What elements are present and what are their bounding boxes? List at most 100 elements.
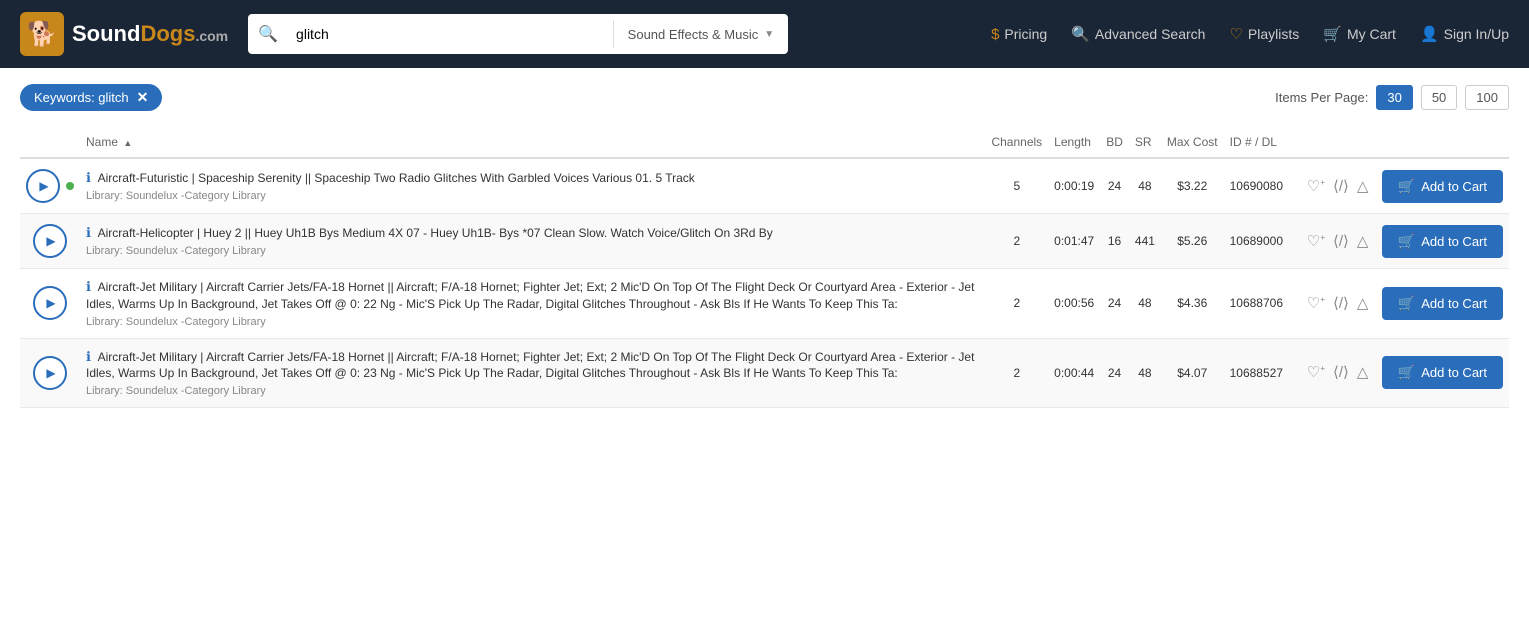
table-row: ▶ ℹ Aircraft-Futuristic | Spaceship Sere…	[20, 158, 1509, 214]
col-header-sr: SR	[1129, 127, 1161, 158]
share-icon[interactable]: ⟨/⟩	[1333, 232, 1349, 250]
per-page-30-button[interactable]: 30	[1376, 85, 1412, 110]
play-button[interactable]: ▶	[26, 169, 60, 203]
track-id: 10688527	[1224, 338, 1289, 408]
add-to-cart-button[interactable]: 🛒 Add to Cart	[1382, 170, 1503, 203]
actions-cell: ♡+ ⟨/⟩ △ 🛒 Add to Cart	[1289, 338, 1509, 408]
alert-icon[interactable]: △	[1357, 177, 1369, 195]
cart-icon: 🛒	[1398, 233, 1415, 250]
play-triangle-icon: ▶	[39, 179, 48, 193]
nav-advanced-search[interactable]: 🔍 Advanced Search	[1071, 25, 1205, 43]
add-to-cart-button[interactable]: 🛒 Add to Cart	[1382, 356, 1503, 389]
col-header-name[interactable]: Name ▲	[80, 127, 985, 158]
col-header-bd: BD	[1100, 127, 1129, 158]
items-per-page-label: Items Per Page:	[1275, 90, 1368, 105]
logo-area: 🐕 SoundDogs.com	[20, 12, 228, 56]
search-input[interactable]	[288, 14, 613, 54]
nav-sign-in-label: Sign In/Up	[1444, 26, 1509, 42]
chevron-down-icon: ▼	[764, 29, 774, 40]
info-icon[interactable]: ℹ	[86, 225, 91, 240]
info-icon[interactable]: ℹ	[86, 279, 91, 294]
play-triangle-icon: ▶	[46, 366, 55, 380]
keyword-tag[interactable]: Keywords: glitch ✕	[20, 84, 162, 111]
track-sr: 48	[1129, 338, 1161, 408]
track-id: 10689000	[1224, 214, 1289, 269]
action-icons-group: ♡+ ⟨/⟩ △	[1307, 177, 1369, 195]
info-icon[interactable]: ℹ	[86, 170, 91, 185]
track-title: Aircraft-Helicopter | Huey 2 || Huey Uh1…	[98, 226, 773, 240]
add-to-cart-label: Add to Cart	[1421, 179, 1487, 194]
per-page-50-button[interactable]: 50	[1421, 85, 1457, 110]
nav-my-cart[interactable]: 🛒 My Cart	[1323, 25, 1396, 43]
col-header-maxcost: Max Cost	[1161, 127, 1224, 158]
table-header-row: Name ▲ Channels Length BD SR Max Cost ID…	[20, 127, 1509, 158]
track-length: 0:00:44	[1048, 338, 1100, 408]
share-icon[interactable]: ⟨/⟩	[1333, 363, 1349, 381]
track-max-cost: $4.07	[1161, 338, 1224, 408]
info-icon[interactable]: ℹ	[86, 349, 91, 364]
alert-icon[interactable]: △	[1357, 232, 1369, 250]
play-cell: ▶	[20, 338, 80, 408]
favorite-icon[interactable]: ♡+	[1307, 232, 1325, 250]
playing-indicator	[66, 182, 74, 190]
share-icon[interactable]: ⟨/⟩	[1333, 177, 1349, 195]
table-row: ▶ ℹ Aircraft-Jet Military | Aircraft Car…	[20, 338, 1509, 408]
keyword-tag-label: Keywords: glitch	[34, 90, 129, 105]
track-length: 0:01:47	[1048, 214, 1100, 269]
actions-cell: ♡+ ⟨/⟩ △ 🛒 Add to Cart	[1289, 158, 1509, 214]
table-row: ▶ ℹ Aircraft-Jet Military | Aircraft Car…	[20, 269, 1509, 339]
items-per-page-control: Items Per Page: 30 50 100	[1275, 85, 1509, 110]
main-nav: $ Pricing 🔍 Advanced Search ♡ Playlists …	[991, 25, 1509, 43]
alert-icon[interactable]: △	[1357, 363, 1369, 381]
track-name-cell: ℹ Aircraft-Futuristic | Spaceship Sereni…	[80, 158, 985, 214]
track-library: Library: Soundelux -Category Library	[86, 385, 979, 397]
track-library: Library: Soundelux -Category Library	[86, 316, 979, 328]
track-length: 0:00:19	[1048, 158, 1100, 214]
track-id: 10690080	[1224, 158, 1289, 214]
track-bd: 24	[1100, 158, 1129, 214]
track-title: Aircraft-Jet Military | Aircraft Carrier…	[86, 350, 974, 381]
add-to-cart-label: Add to Cart	[1421, 296, 1487, 311]
results-table: Name ▲ Channels Length BD SR Max Cost ID…	[20, 127, 1509, 408]
favorite-icon[interactable]: ♡+	[1307, 363, 1325, 381]
play-button[interactable]: ▶	[33, 286, 67, 320]
play-triangle-icon: ▶	[46, 234, 55, 248]
favorite-icon[interactable]: ♡+	[1307, 294, 1325, 312]
close-icon[interactable]: ✕	[137, 89, 149, 106]
table-row: ▶ ℹ Aircraft-Helicopter | Huey 2 || Huey…	[20, 214, 1509, 269]
nav-pricing[interactable]: $ Pricing	[991, 26, 1047, 43]
search-bar: 🔍 Sound Effects & Music ▼	[248, 14, 788, 54]
alert-icon[interactable]: △	[1357, 294, 1369, 312]
logo-icon: 🐕	[20, 12, 64, 56]
track-channels: 2	[985, 338, 1048, 408]
nav-my-cart-label: My Cart	[1347, 26, 1396, 42]
nav-pricing-label: Pricing	[1004, 26, 1047, 42]
search-category-dropdown[interactable]: Sound Effects & Music ▼	[614, 27, 788, 42]
action-icons-group: ♡+ ⟨/⟩ △	[1307, 294, 1369, 312]
favorite-icon[interactable]: ♡+	[1307, 177, 1325, 195]
nav-sign-in[interactable]: 👤 Sign In/Up	[1420, 25, 1509, 43]
nav-playlists[interactable]: ♡ Playlists	[1229, 25, 1299, 43]
actions-cell: ♡+ ⟨/⟩ △ 🛒 Add to Cart	[1289, 214, 1509, 269]
track-max-cost: $3.22	[1161, 158, 1224, 214]
per-page-100-button[interactable]: 100	[1465, 85, 1509, 110]
play-cell: ▶	[20, 158, 80, 214]
add-to-cart-button[interactable]: 🛒 Add to Cart	[1382, 287, 1503, 320]
filter-row: Keywords: glitch ✕ Items Per Page: 30 50…	[20, 84, 1509, 111]
dollar-icon: $	[991, 26, 999, 43]
play-cell: ▶	[20, 269, 80, 339]
col-header-id: ID # / DL	[1224, 127, 1289, 158]
play-button[interactable]: ▶	[33, 224, 67, 258]
add-to-cart-button[interactable]: 🛒 Add to Cart	[1382, 225, 1503, 258]
track-library: Library: Soundelux -Category Library	[86, 190, 979, 202]
track-bd: 16	[1100, 214, 1129, 269]
col-header-channels: Channels	[985, 127, 1048, 158]
search-category-label: Sound Effects & Music	[628, 27, 759, 42]
track-max-cost: $4.36	[1161, 269, 1224, 339]
play-button[interactable]: ▶	[33, 356, 67, 390]
track-name-cell: ℹ Aircraft-Helicopter | Huey 2 || Huey U…	[80, 214, 985, 269]
track-name-cell: ℹ Aircraft-Jet Military | Aircraft Carri…	[80, 338, 985, 408]
sort-asc-icon: ▲	[123, 138, 132, 148]
col-header-play	[20, 127, 80, 158]
share-icon[interactable]: ⟨/⟩	[1333, 294, 1349, 312]
